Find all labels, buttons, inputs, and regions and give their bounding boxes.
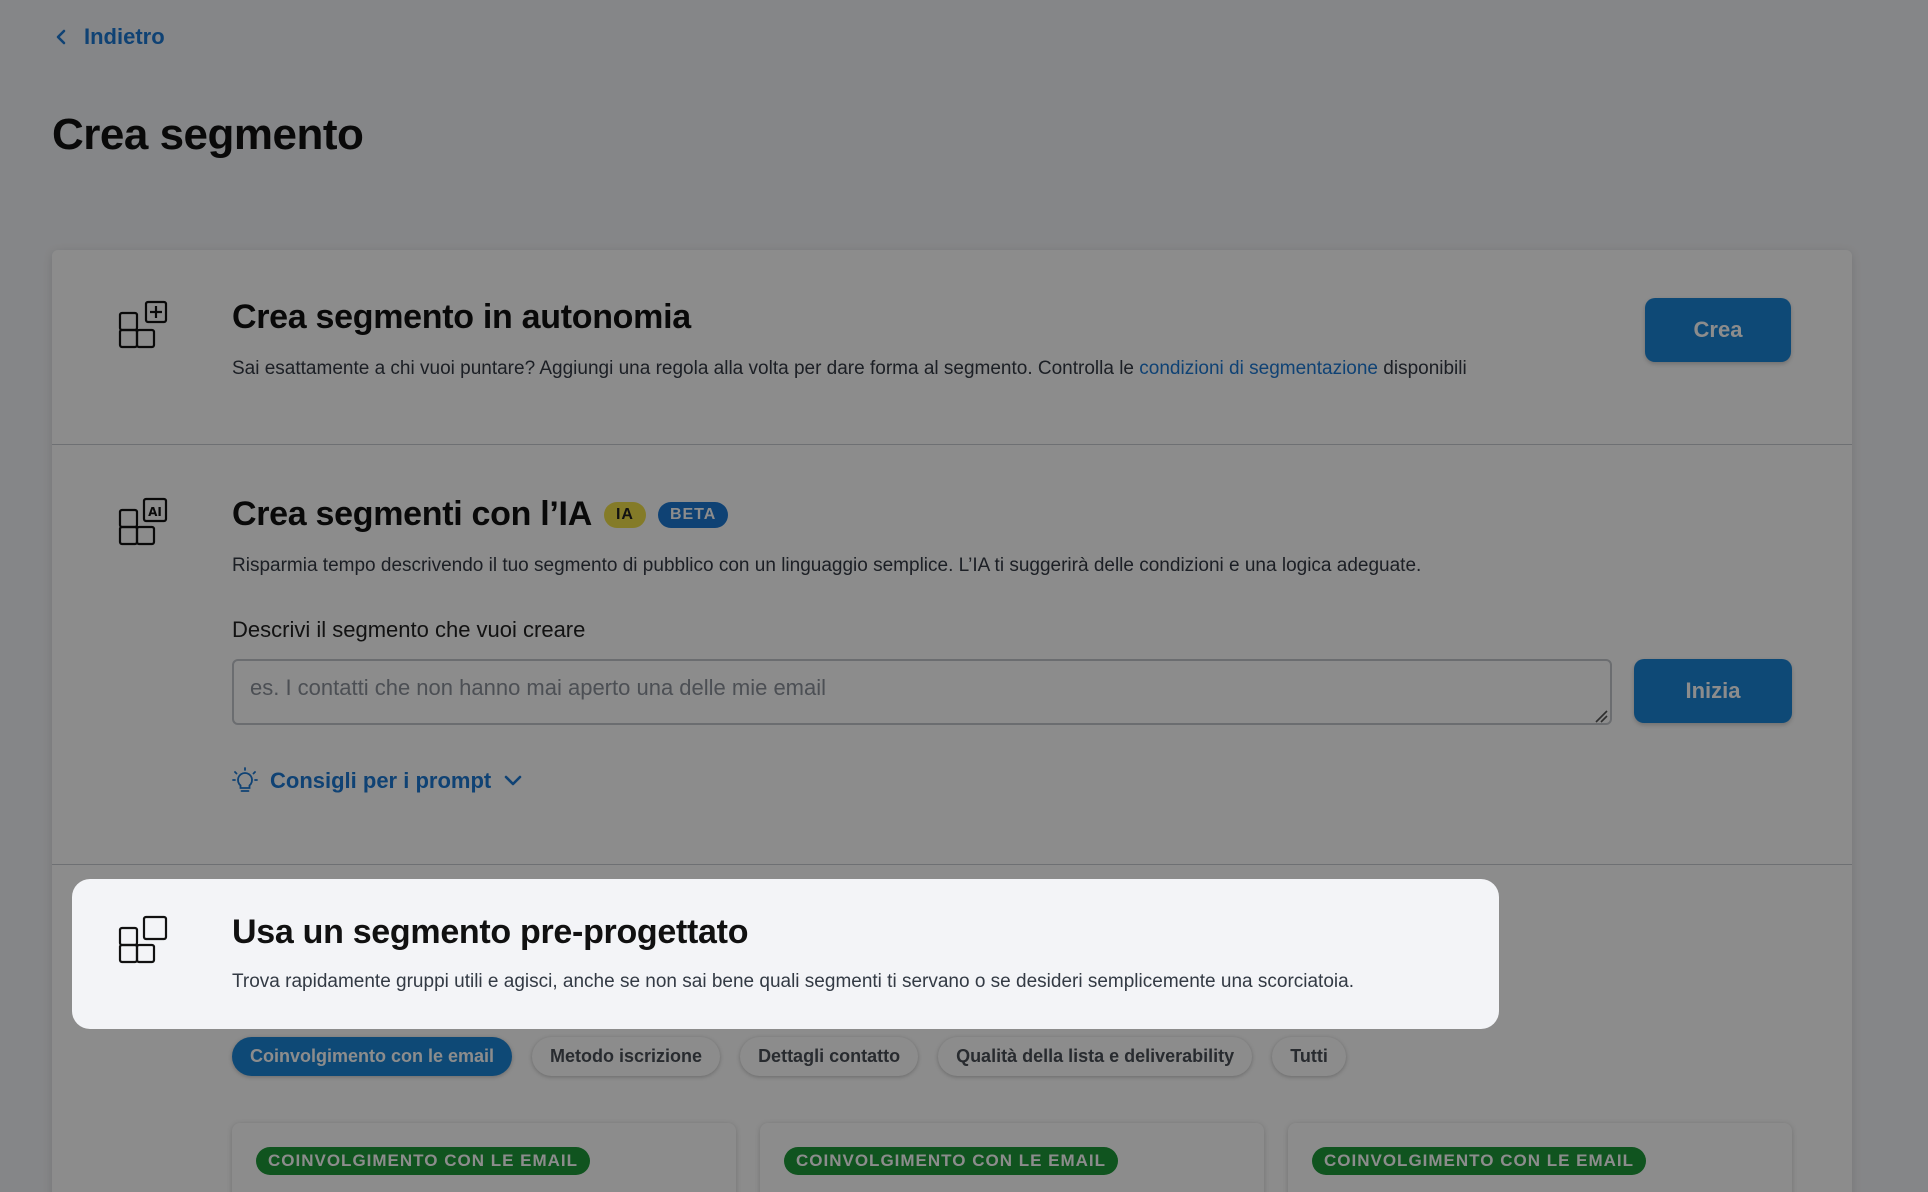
predesigned-section-title: Usa un segmento pre-progettato: [232, 913, 749, 951]
page: Indietro Crea segmento Crea segmento in …: [0, 0, 1928, 1192]
grid-square-icon: [118, 915, 168, 964]
predesigned-section-spotlight: Usa un segmento pre-progettato Trova rap…: [72, 879, 1499, 1029]
predesigned-section-desc: Trova rapidamente gruppi utili e agisci,…: [232, 971, 1354, 992]
